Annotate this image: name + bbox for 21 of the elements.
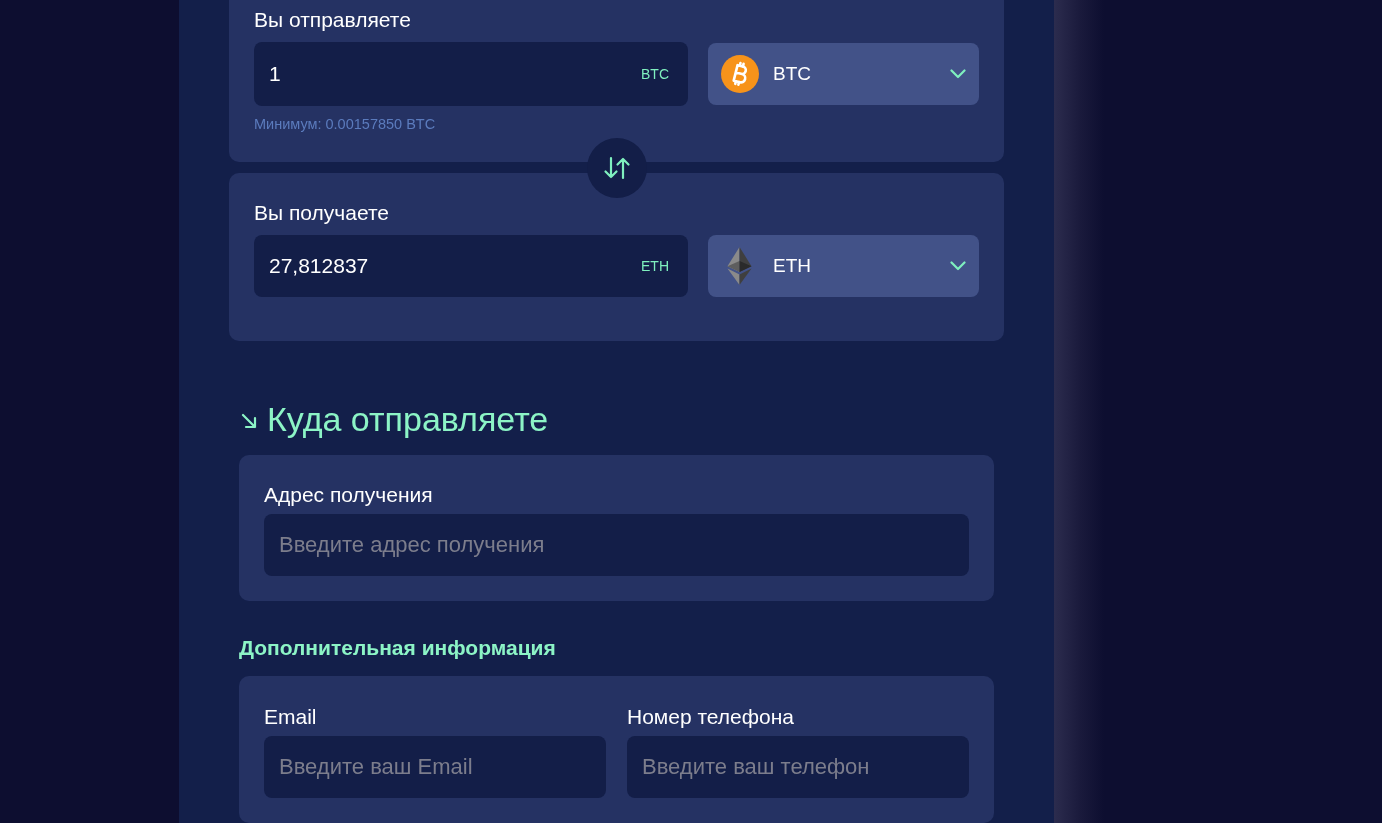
diamond-icon <box>727 247 752 285</box>
section-subtitle: Дополнительная информация <box>239 636 556 660</box>
field-label: Номер телефона <box>627 705 794 729</box>
field-label: Email <box>264 705 317 729</box>
text-input[interactable]: Введите ваш Email <box>264 736 606 798</box>
text-input[interactable]: Введите ваш телефон <box>627 736 969 798</box>
minimum-hint: Минимум: 0.00157850 BTC <box>254 116 436 132</box>
section-title: Куда отправляете <box>267 400 549 438</box>
arrow-down-right-icon <box>241 413 257 429</box>
chevron-down-icon <box>950 261 966 271</box>
field-label: Вы получаете <box>254 201 389 225</box>
address-input[interactable]: Введите адрес получения <box>264 514 969 576</box>
chevron-down-icon <box>950 69 966 79</box>
currency-select[interactable]: BTC <box>708 43 979 105</box>
unit-label: BTC <box>641 66 669 82</box>
field-label: Адрес получения <box>264 483 433 507</box>
field-label: Вы отправляете <box>254 8 411 32</box>
currency-select[interactable]: ETH <box>708 235 979 297</box>
unit-label: ETH <box>641 258 669 274</box>
swap-arrows-icon <box>602 155 631 180</box>
bitcoin-icon <box>721 55 759 93</box>
